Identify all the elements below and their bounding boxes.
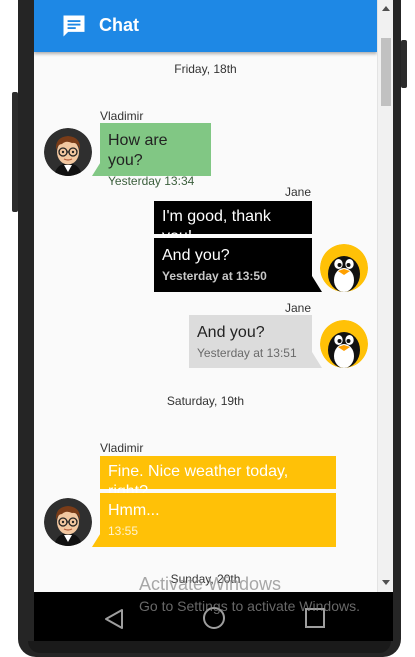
device-power-button xyxy=(401,40,407,88)
message-sender: Vladimir xyxy=(100,109,144,123)
message-time: 13:55 xyxy=(108,524,139,538)
avatar-jane[interactable] xyxy=(320,244,368,292)
message-sender: Vladimir xyxy=(100,441,144,455)
message-bubble-incoming[interactable]: Fine. Nice weather today, right? xyxy=(100,456,336,500)
chat-icon xyxy=(63,15,85,37)
back-icon[interactable] xyxy=(104,608,124,630)
message-bubble-outgoing[interactable]: And you? Yesterday at 13:50 xyxy=(154,238,312,292)
message-text: Hmm... xyxy=(108,502,160,519)
message-sender: Jane xyxy=(284,185,311,199)
penguin-icon xyxy=(320,320,368,368)
phone-bottom-edge xyxy=(28,641,391,653)
date-separator: Sunday, 20th xyxy=(170,572,241,586)
message-text: And you? xyxy=(197,324,265,341)
avatar-jane[interactable] xyxy=(320,320,368,368)
message-text: And you? xyxy=(162,247,230,264)
message-bubble-outgoing[interactable]: I'm good, thank you! xyxy=(154,201,312,245)
scroll-up-arrow-icon[interactable] xyxy=(382,6,390,11)
date-separator: Saturday, 19th xyxy=(166,394,245,408)
app-title: Chat xyxy=(99,15,139,35)
message-sender: Jane xyxy=(284,301,311,315)
scroll-thumb[interactable] xyxy=(381,38,391,106)
scrollbar[interactable] xyxy=(377,0,393,592)
message-bubble-incoming[interactable]: Hmm... 13:55 xyxy=(100,493,336,547)
phone-screen: Chat Friday, 18th Vladimir How are you? … xyxy=(34,0,393,641)
message-time: Yesterday 13:34 xyxy=(108,174,195,188)
message-bubble-incoming[interactable]: How are you? Yesterday 13:34 xyxy=(100,123,211,188)
scroll-down-arrow-icon[interactable] xyxy=(382,580,390,585)
vladimir-avatar-icon xyxy=(44,498,92,546)
navigation-bar xyxy=(34,592,393,641)
message-time: Yesterday at 13:51 xyxy=(197,346,297,360)
avatar-vladimir[interactable] xyxy=(44,498,92,546)
message-time: Yesterday at 13:50 xyxy=(162,269,267,283)
bubble-tail xyxy=(312,352,322,368)
date-separator: Friday, 18th xyxy=(174,62,237,76)
recent-apps-icon[interactable] xyxy=(305,608,325,628)
penguin-icon xyxy=(320,244,368,292)
app-bar: Chat xyxy=(34,0,377,52)
message-text: How are you? xyxy=(108,132,168,169)
avatar-vladimir[interactable] xyxy=(44,128,92,176)
message-bubble-outgoing[interactable]: And you? Yesterday at 13:51 xyxy=(189,315,312,368)
vladimir-avatar-icon xyxy=(44,128,92,176)
home-icon[interactable] xyxy=(203,607,225,629)
bubble-tail xyxy=(312,276,322,292)
bubble-tail xyxy=(92,531,102,547)
